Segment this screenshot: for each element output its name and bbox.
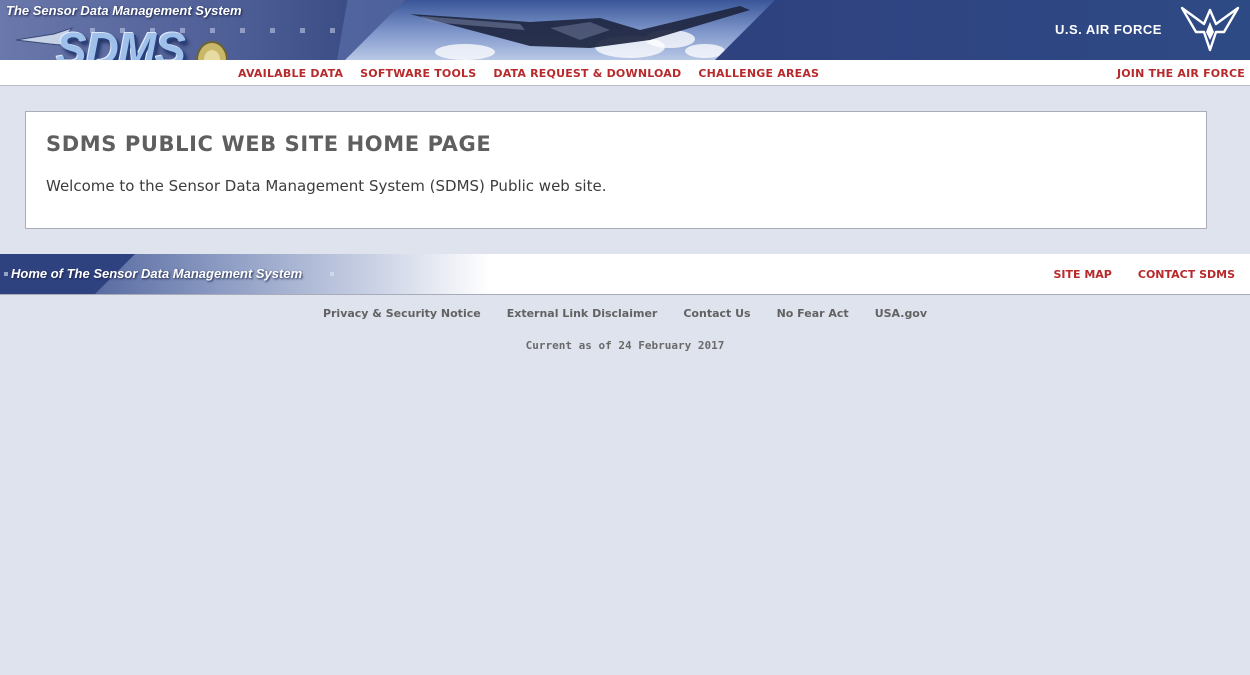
site-map-link[interactable]: SITE MAP xyxy=(1053,268,1111,281)
contact-sdms-link[interactable]: CONTACT SDMS xyxy=(1138,268,1235,281)
privacy-security-link[interactable]: Privacy & Security Notice xyxy=(323,307,481,320)
air-force-wings-icon xyxy=(1180,6,1240,52)
current-as-of: Current as of 24 February 2017 xyxy=(525,339,725,352)
nav-links: AVAILABLE DATA SOFTWARE TOOLS DATA REQUE… xyxy=(238,67,819,80)
no-fear-act-link[interactable]: No Fear Act xyxy=(777,307,849,320)
page-title: SDMS PUBLIC WEB SITE HOME PAGE xyxy=(46,132,492,156)
usa-gov-link[interactable]: USA.gov xyxy=(875,307,927,320)
site-title: The Sensor Data Management System xyxy=(6,3,242,18)
main-content: SDMS PUBLIC WEB SITE HOME PAGE Welcome t… xyxy=(25,111,1207,229)
bottom-links: Privacy & Security Notice External Link … xyxy=(0,307,1250,320)
join-air-force-link[interactable]: JOIN THE AIR FORCE xyxy=(1117,67,1245,80)
air-force-logo[interactable]: U.S. AIR FORCE xyxy=(1055,6,1240,52)
contact-us-link[interactable]: Contact Us xyxy=(683,307,750,320)
nav-data-request-download[interactable]: DATA REQUEST & DOWNLOAD xyxy=(493,67,681,80)
welcome-text: Welcome to the Sensor Data Management Sy… xyxy=(46,177,607,195)
footer-home-link[interactable]: Home of The Sensor Data Management Syste… xyxy=(11,266,302,281)
footer-band: Home of The Sensor Data Management Syste… xyxy=(0,254,1250,295)
nav-available-data[interactable]: AVAILABLE DATA xyxy=(238,67,343,80)
air-force-label: U.S. AIR FORCE xyxy=(1055,22,1162,37)
main-nav: AVAILABLE DATA SOFTWARE TOOLS DATA REQUE… xyxy=(0,60,1250,86)
external-link-disclaimer-link[interactable]: External Link Disclaimer xyxy=(507,307,658,320)
nav-software-tools[interactable]: SOFTWARE TOOLS xyxy=(360,67,476,80)
nav-challenge-areas[interactable]: CHALLENGE AREAS xyxy=(698,67,819,80)
bomber-aircraft-image xyxy=(410,6,750,48)
footer-links: SITE MAP CONTACT SDMS xyxy=(1053,268,1235,281)
